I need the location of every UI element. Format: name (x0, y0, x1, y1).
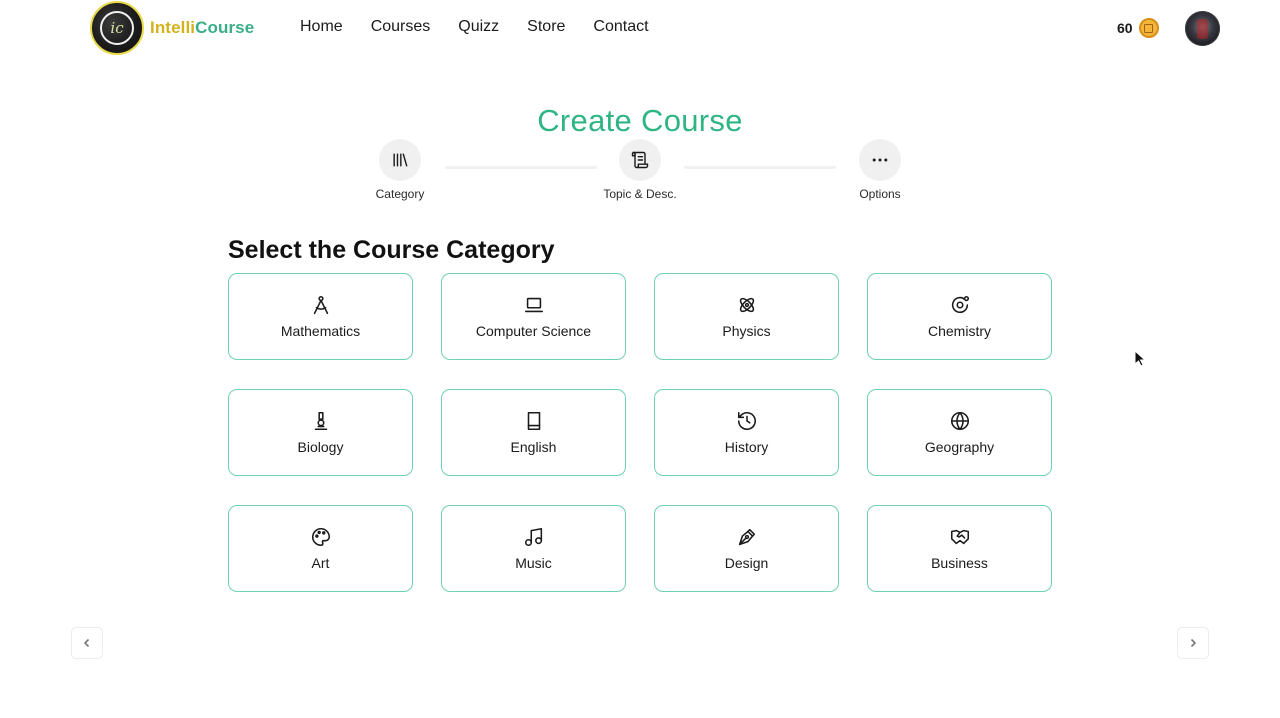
chevron-right-icon (1190, 638, 1197, 648)
nav-home[interactable]: Home (300, 18, 343, 36)
coin-count: 60 (1117, 20, 1133, 36)
step-options-circle (859, 139, 901, 181)
category-label: Music (515, 555, 552, 571)
scroll-icon (631, 151, 649, 169)
category-label: Biology (297, 439, 344, 455)
globe-icon (950, 411, 969, 431)
nav-store[interactable]: Store (527, 18, 565, 36)
nav-contact[interactable]: Contact (593, 18, 648, 36)
stepper-connector-2 (684, 166, 836, 169)
logo-mark: ic (90, 1, 144, 55)
step-category-circle (379, 139, 421, 181)
category-card-computer-science[interactable]: Computer Science (441, 273, 626, 360)
category-label: Computer Science (475, 323, 592, 339)
section-title: Select the Course Category (228, 236, 555, 264)
orbit-icon (951, 295, 969, 314)
next-button[interactable] (1177, 627, 1209, 659)
logo-mark-text: ic (100, 11, 134, 45)
category-label: Art (311, 555, 330, 571)
logo-text-part-2: Course (195, 18, 255, 37)
palette-icon (311, 527, 330, 547)
category-label: History (724, 439, 769, 455)
more-icon (872, 158, 888, 162)
category-card-chemistry[interactable]: Chemistry (867, 273, 1052, 360)
category-card-business[interactable]: Business (867, 505, 1052, 592)
category-label: English (510, 439, 557, 455)
category-label: Chemistry (927, 323, 991, 339)
category-grid: Mathematics Computer Science Physics Che… (228, 273, 1052, 592)
atom-icon (739, 297, 754, 313)
logo[interactable]: ic IntelliCourse (90, 1, 254, 55)
step-topic-label: Topic & Desc. (603, 187, 677, 201)
prev-button[interactable] (71, 627, 103, 659)
category-card-history[interactable]: History (654, 389, 839, 476)
step-options-label: Options (859, 187, 901, 201)
coin-balance[interactable]: 60 (1117, 18, 1159, 38)
avatar[interactable] (1185, 11, 1220, 46)
step-category-label: Category (375, 187, 425, 201)
category-card-biology[interactable]: Biology (228, 389, 413, 476)
library-icon (393, 153, 408, 167)
laptop-icon (524, 297, 543, 313)
category-label: Design (724, 555, 769, 571)
category-label: Geography (924, 439, 995, 455)
logo-text-part-1: Intelli (150, 18, 196, 37)
step-category[interactable]: Category (340, 139, 460, 201)
pen-tool-icon (738, 528, 755, 546)
coin-icon (1138, 18, 1159, 38)
logo-text: IntelliCourse (150, 18, 254, 38)
history-icon (737, 411, 756, 430)
nav-quizz[interactable]: Quizz (458, 18, 499, 36)
step-options[interactable]: Options (820, 139, 940, 201)
category-card-art[interactable]: Art (228, 505, 413, 592)
chevron-left-icon (83, 638, 90, 648)
category-card-physics[interactable]: Physics (654, 273, 839, 360)
compass-icon (313, 295, 328, 315)
microscope-icon (314, 411, 327, 431)
book-icon (527, 411, 540, 431)
step-topic[interactable]: Topic & Desc. (580, 139, 700, 201)
nav-courses[interactable]: Courses (371, 18, 431, 36)
category-card-music[interactable]: Music (441, 505, 626, 592)
stepper-connector-1 (445, 166, 597, 169)
category-card-mathematics[interactable]: Mathematics (228, 273, 413, 360)
mouse-cursor-icon (1134, 350, 1146, 367)
category-card-design[interactable]: Design (654, 505, 839, 592)
step-topic-circle (619, 139, 661, 181)
category-card-english[interactable]: English (441, 389, 626, 476)
category-card-geography[interactable]: Geography (867, 389, 1052, 476)
top-navbar: ic IntelliCourse Home Courses Quizz Stor… (0, 0, 1280, 58)
category-label: Physics (722, 323, 771, 339)
main-nav: Home Courses Quizz Store Contact (300, 18, 677, 36)
page-title: Create Course (537, 103, 743, 138)
music-icon (524, 527, 542, 547)
category-label: Mathematics (280, 323, 361, 339)
handshake-icon (950, 529, 969, 545)
category-label: Business (931, 555, 988, 571)
